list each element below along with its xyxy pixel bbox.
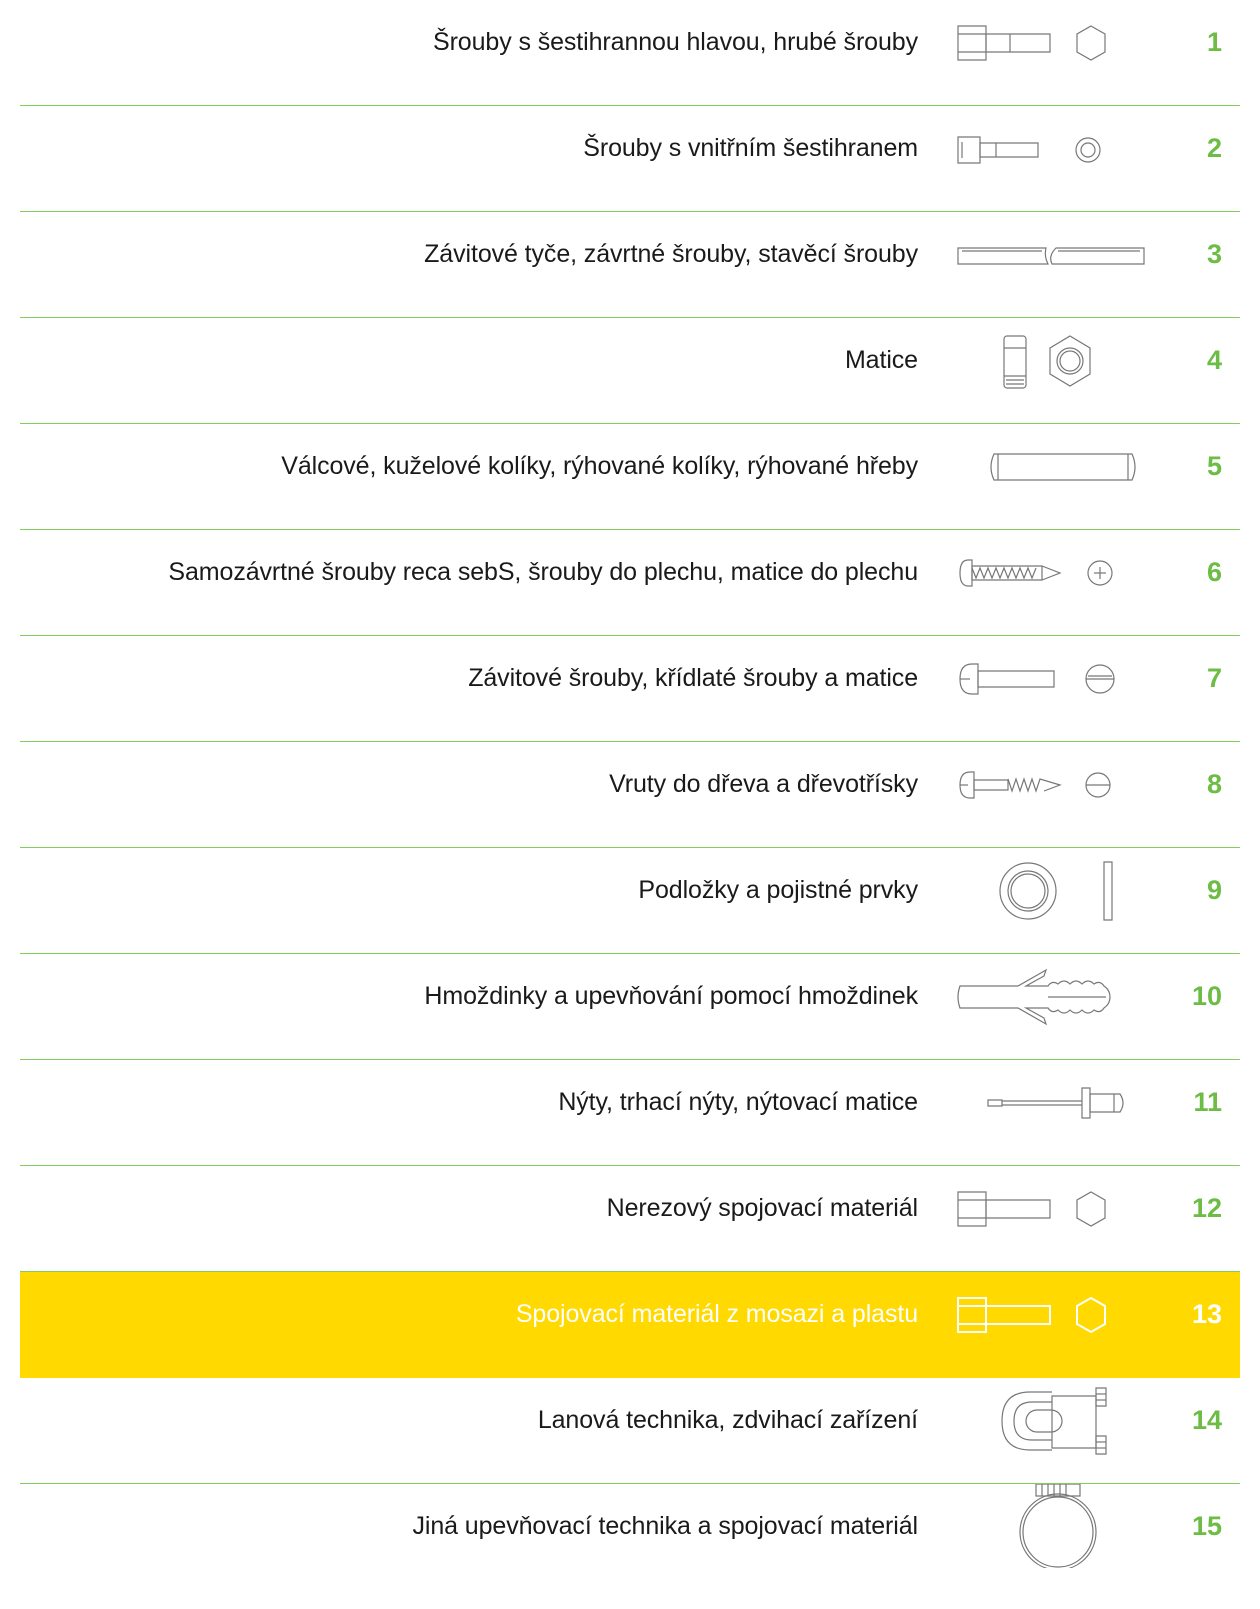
category-label: Jiná upevňovací technika a spojovací mat… (412, 1512, 918, 1540)
brass-bolt-icon (948, 1272, 1158, 1356)
category-item-6[interactable]: Samozávrtné šrouby reca sebS, šrouby do … (20, 530, 1240, 636)
category-item-14[interactable]: Lanová technika, zdvihací zařízení 14 (20, 1378, 1240, 1484)
hose-clamp-icon (948, 1484, 1158, 1568)
category-number: 14 (1191, 1405, 1222, 1435)
category-menu: Šrouby s šestihrannou hlavou, hrubé šrou… (20, 0, 1240, 1609)
category-number: 1 (1206, 27, 1222, 57)
wire-rope-clip-icon (948, 1378, 1158, 1462)
category-item-4[interactable]: Matice 4 (20, 318, 1240, 424)
category-label: Válcové, kuželové kolíky, rýhované kolík… (281, 452, 918, 480)
category-label: Nerezový spojovací materiál (606, 1194, 918, 1222)
category-label: Podložky a pojistné prvky (638, 876, 918, 904)
category-number: 15 (1191, 1511, 1222, 1541)
category-number: 13 (1191, 1299, 1222, 1329)
category-label: Spojovací materiál z mosazi a plastu (515, 1300, 918, 1328)
washer-icon (948, 848, 1158, 932)
category-item-5[interactable]: Válcové, kuželové kolíky, rýhované kolík… (20, 424, 1240, 530)
category-number: 7 (1206, 663, 1222, 693)
category-number: 3 (1206, 239, 1222, 269)
category-item-12[interactable]: Nerezový spojovací materiál 12 (20, 1166, 1240, 1272)
category-label: Matice (844, 346, 918, 374)
category-label: Závitové tyče, závrtné šrouby, stavěcí š… (424, 240, 918, 268)
socket-cap-screw-icon (948, 106, 1158, 190)
category-label: Hmoždinky a upevňování pomocí hmoždinek (424, 982, 918, 1010)
category-number: 11 (1193, 1087, 1222, 1117)
machine-screw-icon (948, 636, 1158, 720)
category-number: 12 (1191, 1193, 1222, 1223)
category-label: Lanová technika, zdvihací zařízení (537, 1406, 918, 1434)
category-item-3[interactable]: Závitové tyče, závrtné šrouby, stavěcí š… (20, 212, 1240, 318)
category-number: 6 (1206, 557, 1222, 587)
hex-nut-icon (948, 318, 1158, 402)
category-label: Šrouby s šestihrannou hlavou, hrubé šrou… (433, 28, 918, 56)
category-label: Samozávrtné šrouby reca sebS, šrouby do … (168, 558, 918, 586)
wood-screw-icon (948, 742, 1158, 826)
hex-bolt-icon (948, 0, 1158, 84)
dowel-pin-icon (948, 424, 1158, 508)
category-item-10[interactable]: Hmoždinky a upevňování pomocí hmoždinek … (20, 954, 1240, 1060)
category-item-15[interactable]: Jiná upevňovací technika a spojovací mat… (20, 1484, 1240, 1590)
category-number: 4 (1206, 345, 1222, 375)
stainless-bolt-icon (948, 1166, 1158, 1250)
category-item-11[interactable]: Nýty, trhací nýty, nýtovací matice 11 (20, 1060, 1240, 1166)
category-label: Závitové šrouby, křídlaté šrouby a matic… (468, 664, 918, 692)
self-tapping-screw-icon (948, 530, 1158, 614)
category-number: 5 (1206, 451, 1222, 481)
category-item-13[interactable]: Spojovací materiál z mosazi a plastu 13 (20, 1272, 1240, 1378)
category-label: Vruty do dřeva a dřevotřísky (609, 770, 918, 798)
category-number: 8 (1206, 769, 1222, 799)
category-item-8[interactable]: Vruty do dřeva a dřevotřísky 8 (20, 742, 1240, 848)
category-item-2[interactable]: Šrouby s vnitřním šestihranem 2 (20, 106, 1240, 212)
category-label: Nýty, trhací nýty, nýtovací matice (558, 1088, 918, 1116)
threaded-rod-icon (948, 212, 1158, 296)
category-number: 2 (1206, 133, 1222, 163)
category-number: 10 (1191, 981, 1222, 1011)
wall-plug-icon (948, 954, 1158, 1038)
category-label: Šrouby s vnitřním šestihranem (583, 134, 918, 162)
category-item-1[interactable]: Šrouby s šestihrannou hlavou, hrubé šrou… (20, 0, 1240, 106)
category-item-7[interactable]: Závitové šrouby, křídlaté šrouby a matic… (20, 636, 1240, 742)
blind-rivet-icon (948, 1060, 1158, 1144)
category-number: 9 (1206, 875, 1222, 905)
category-item-9[interactable]: Podložky a pojistné prvky 9 (20, 848, 1240, 954)
